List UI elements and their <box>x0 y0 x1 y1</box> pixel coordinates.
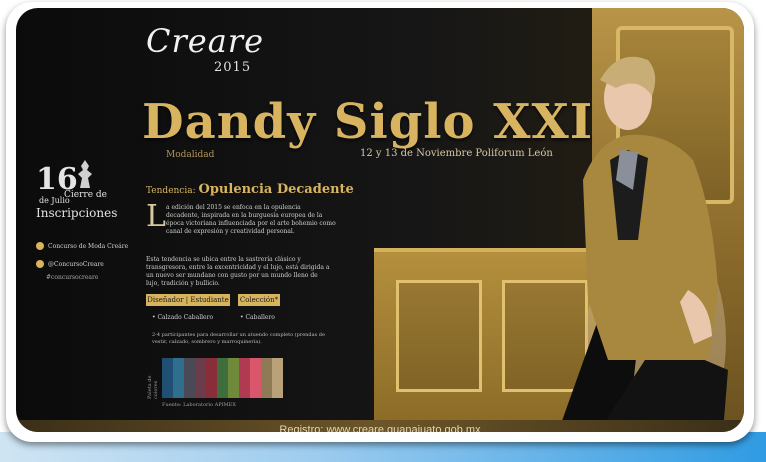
registration-footer: Registro: www.creare.guanajuato.gob.mx <box>16 420 744 432</box>
palette-swatch <box>217 358 228 398</box>
facebook-text: Concurso de Moda Creáre <box>48 242 129 250</box>
category-item: • Calzado Caballero <box>152 314 214 321</box>
palette-swatch <box>250 358 261 398</box>
dropcap-letter: L <box>146 199 166 234</box>
palette-label: Paleta de colores <box>147 375 159 399</box>
category-box-coleccion: Colección* <box>238 294 280 306</box>
description-paragraph: a edición del 2015 se enfoca en la opule… <box>166 204 336 235</box>
tendencia-label: Tendencia: <box>146 186 196 196</box>
palette-swatch <box>228 358 239 398</box>
palette-swatch <box>272 358 283 398</box>
deadline-inscripciones: Inscripciones <box>36 206 118 220</box>
social-twitter: @ConcursoCreare <box>36 260 104 268</box>
source-credit: Fuente: Laboratorio APIMEX <box>162 402 236 408</box>
tendencia-line: Tendencia: Opulencia Decadente <box>146 182 354 197</box>
trend-paragraph: Esta tendencia se ubica entre la sastrer… <box>146 256 330 287</box>
palette-swatch <box>195 358 206 398</box>
creare-logo: Creare <box>146 22 265 60</box>
logo-year: 2015 <box>214 60 252 75</box>
palette-swatch <box>162 358 173 398</box>
modalidad-label: Modalidad <box>166 150 215 160</box>
event-dates: 12 y 13 de Noviembre Poliforum León <box>360 148 553 159</box>
color-palette <box>162 358 283 398</box>
tendencia-value: Opulencia Decadente <box>198 182 354 197</box>
palette-swatch <box>239 358 250 398</box>
category-box-disenador: Diseñador | Estudiante <box>146 294 230 306</box>
social-hashtag: #concursocreare <box>46 274 99 281</box>
deadline-cierre: Cierre de <box>64 190 107 200</box>
event-poster: Creare 2015 Dandy Siglo XXI Modalidad 12… <box>16 8 744 432</box>
heraldic-lion-icon <box>78 160 92 188</box>
category-note: 2-4 participantes para desarrollar un at… <box>152 332 325 345</box>
palette-swatch <box>261 358 272 398</box>
twitter-icon <box>36 260 44 268</box>
category-item: • Caballero <box>240 314 275 321</box>
palette-swatch <box>173 358 184 398</box>
cabinet-panel <box>396 280 482 392</box>
facebook-icon <box>36 242 44 250</box>
social-facebook: Concurso de Moda Creáre <box>36 242 128 250</box>
palette-swatch <box>206 358 217 398</box>
twitter-text: @ConcursoCreare <box>48 260 104 268</box>
poster-title: Dandy Siglo XXI <box>142 94 594 150</box>
palette-swatch <box>184 358 195 398</box>
